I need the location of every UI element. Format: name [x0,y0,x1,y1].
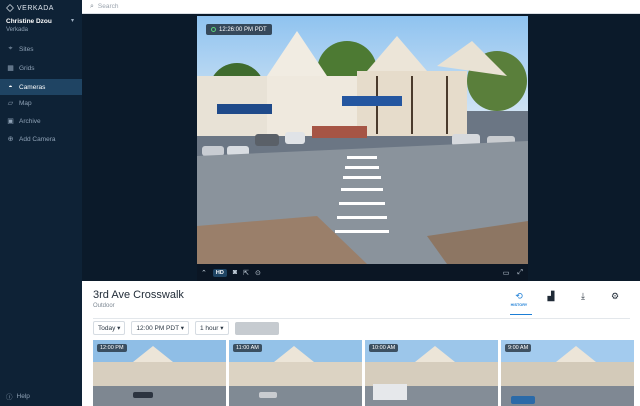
archive-icon: ▣ [7,118,14,125]
video-timestamp: 12:26:00 PM PDT [206,24,272,35]
thumbnail-card[interactable]: 10:00 AM [365,340,498,406]
thumbnail-card[interactable]: 9:00 AM [501,340,634,406]
bar-chart-icon: ▟ [547,291,555,301]
camera-location: Outdoor [93,303,115,309]
history-icon: ⟲ [515,291,523,301]
snapshot-camera-icon[interactable]: ◙ [233,269,237,276]
sidebar: VERKADA Christine Dzou ▾ Verkada ⌖ Sites… [0,0,82,406]
download-button[interactable]: ⤓ [574,291,592,307]
download-icon: ⤓ [581,291,585,301]
zoom-icon[interactable]: ⊙ [255,269,261,277]
settings-button[interactable]: ⚙ [606,291,624,307]
history-tab-indicator [510,314,532,315]
chevron-down-icon[interactable]: ▾ [71,17,74,24]
history-filters: Today ▾ 12:00 PM PDT ▾ 1 hour ▾ XXXXXXXX [93,321,280,335]
map-pin-icon: ⌖ [8,45,13,52]
camera-name: 3rd Ave Crosswalk [93,289,184,301]
camera-icon: ◓ [8,83,13,91]
street-scene-image [197,16,528,264]
help-link[interactable]: ⓘ Help [6,391,30,402]
sidebar-item-cameras[interactable]: ◓ Cameras [0,79,82,95]
disabled-filter-button[interactable]: XXXXXXXX [234,321,280,335]
app: VERKADA Christine Dzou ▾ Verkada ⌖ Sites… [0,0,640,406]
grid-icon: ▦ [7,65,14,72]
sidebar-item-map[interactable]: ▱ Map [0,95,82,111]
range-select[interactable]: 1 hour ▾ [195,321,229,335]
sidebar-item-label: Map [19,99,32,107]
search-icon: ⌕ [90,2,94,10]
sidebar-item-label: Archive [19,117,41,125]
thumbnail-time: 12:00 PM [97,344,127,352]
history-thumbnails: 12:00 PM 11:00 AM 10:00 AM 9:00 AM [93,340,634,406]
sidebar-item-add-camera[interactable]: ⊕ Add Camera [0,131,82,147]
live-video-feed[interactable] [197,16,528,264]
search-bar[interactable]: ⌕ Search [82,0,640,14]
org-name: Verkada [6,27,29,33]
divider [93,318,630,319]
fullscreen-icon[interactable]: ⤢ [517,269,523,277]
sidebar-item-label: Sites [19,45,34,53]
sidebar-item-label: Add Camera [19,135,56,143]
help-label: Help [16,392,30,400]
sidebar-item-label: Grids [19,64,35,72]
time-select[interactable]: 12:00 PM PDT ▾ [131,321,190,335]
brand-name: VERKADA [17,4,54,12]
video-controls: ⌃ HD ◙ ⇱ ⊙ ▭ ⤢ [197,264,528,281]
map-icon: ▱ [7,100,14,107]
thumbnail-time: 10:00 AM [369,344,399,352]
sidebar-item-grids[interactable]: ▦ Grids [0,60,82,76]
hd-toggle[interactable]: HD [212,268,227,277]
thumbnail-time: 11:00 AM [233,344,262,352]
plus-icon: ⊕ [7,136,14,143]
user-name[interactable]: Christine Dzou [6,18,52,25]
search-input[interactable]: Search [98,3,119,10]
chevron-up-icon[interactable]: ⌃ [201,269,207,277]
thumbnail-card[interactable]: 11:00 AM [229,340,362,406]
history-label: HISTORY [510,303,528,307]
clock-icon [211,27,216,32]
sidebar-item-label: Cameras [19,83,46,91]
verkada-logo-icon [6,4,14,12]
theater-mode-icon[interactable]: ▭ [503,269,510,277]
camera-details-panel: 3rd Ave Crosswalk Outdoor ⟲ HISTORY ▟ ⤓ … [82,281,640,406]
thumbnail-card[interactable]: 12:00 PM [93,340,226,406]
history-button[interactable]: ⟲ HISTORY [510,291,528,307]
day-select[interactable]: Today ▾ [93,321,126,335]
gear-icon: ⚙ [610,291,620,301]
sidebar-item-archive[interactable]: ▣ Archive [0,113,82,129]
help-icon: ⓘ [6,394,13,401]
camera-actions: ⟲ HISTORY ▟ ⤓ ⚙ [510,291,624,307]
brand[interactable]: VERKADA [6,4,54,12]
share-icon[interactable]: ⇱ [243,269,249,277]
sidebar-item-sites[interactable]: ⌖ Sites [0,41,82,57]
thumbnail-time: 9:00 AM [505,344,532,352]
timestamp-label: 12:26:00 PM PDT [219,26,267,33]
analytics-button[interactable]: ▟ [542,291,560,307]
